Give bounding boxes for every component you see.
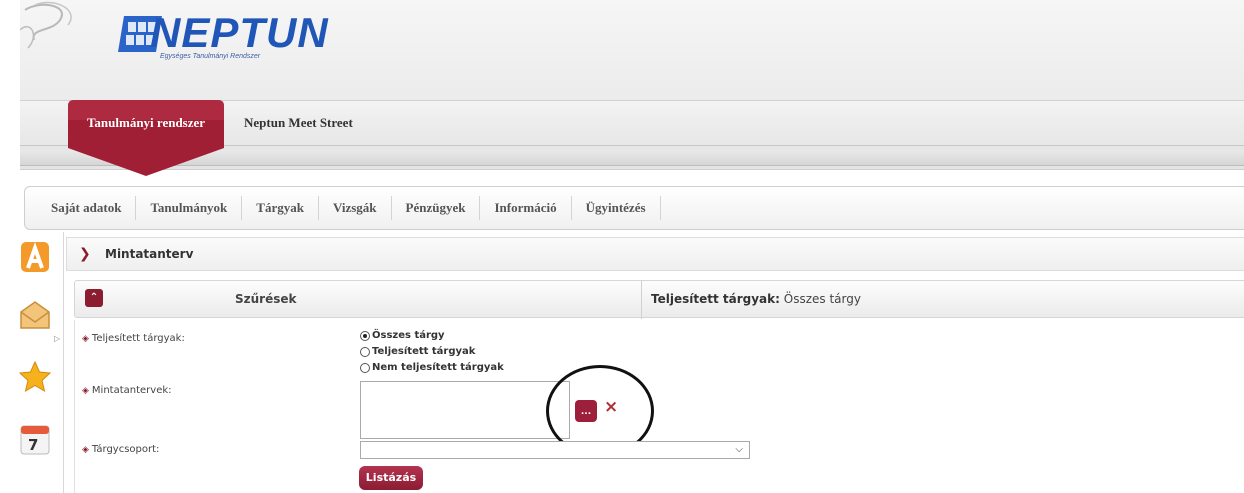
diamond-bullet-icon: ◈ (82, 334, 89, 344)
chevron-down-icon: ⌵ (735, 444, 743, 455)
menu-item-informacio[interactable]: Információ (480, 196, 572, 220)
expand-sidebar-icon[interactable]: ▷ (54, 334, 60, 343)
page-title-bar: ❯ Mintatanterv (66, 237, 1244, 271)
swirl-ornament-icon (20, 1, 72, 49)
calendar-day: 7 (28, 436, 39, 454)
filter-label: Szűrések (235, 292, 297, 306)
subject-group-select[interactable]: ⌵ (360, 441, 750, 459)
radio-button-selected[interactable] (360, 330, 370, 341)
diamond-bullet-icon: ◈ (82, 445, 89, 455)
filter-status-label: Teljesített tárgyak: (651, 292, 780, 306)
tab-label: Tanulmányi rendszer (86, 115, 206, 130)
menu-item-vizsgak[interactable]: Vizsgák (319, 196, 392, 220)
star-icon[interactable] (18, 360, 52, 394)
menu-item-ugyintezes[interactable]: Ügyintézés (572, 196, 661, 220)
collapse-filters-button[interactable]: ⌃ (85, 289, 103, 307)
completed-subjects-label-text: Teljesített tárgyak: (91, 333, 185, 344)
tab-tanulmanyi-rendszer[interactable]: Tanulmányi rendszer (68, 100, 224, 176)
menu-item-penzugyek[interactable]: Pénzügyek (392, 196, 481, 220)
filter-bar: ⌃ Szűrések Teljesített tárgyak: Összes t… (74, 280, 1244, 319)
subject-group-label: ◈ Tárgycsoport: (82, 444, 159, 455)
menu-item-tanulmanyok[interactable]: Tanulmányok (136, 196, 243, 220)
tab-neptun-meet-street[interactable]: Neptun Meet Street (244, 115, 353, 131)
brand-subtitle: Egységes Tanulmányi Rendszer (160, 53, 261, 60)
active-tab-shape (68, 100, 224, 176)
a-letter-icon[interactable] (18, 240, 52, 274)
sidebar-divider (63, 232, 64, 493)
page-title: Mintatanterv (105, 247, 194, 261)
curricula-listbox[interactable] (360, 381, 570, 439)
filter-divider (641, 281, 642, 319)
radio-label: Összes tárgy (372, 330, 445, 341)
chevron-right-icon: ❯ (79, 246, 91, 262)
radio-button[interactable] (360, 346, 370, 357)
subject-group-label-text: Tárgycsoport: (91, 444, 160, 455)
curricula-label-text: Mintatantervek: (91, 385, 172, 396)
radio-not-completed-subjects[interactable]: Nem teljesített tárgyak (360, 362, 504, 373)
menu-item-sajat-adatok[interactable]: Saját adatok (51, 196, 137, 220)
filter-status: Teljesített tárgyak: Összes tárgy (651, 292, 861, 306)
radio-button[interactable] (360, 362, 370, 373)
radio-all-subjects[interactable]: Összes tárgy (360, 330, 445, 341)
envelope-icon[interactable] (18, 298, 52, 332)
filter-form (74, 320, 1244, 493)
radio-label: Teljesített tárgyak (372, 346, 476, 357)
main-menu: Saját adatok Tanulmányok Tárgyak Vizsgák… (24, 186, 1244, 230)
completed-subjects-label: ◈ Teljesített tárgyak: (82, 333, 185, 344)
radio-label: Nem teljesített tárgyak (372, 362, 504, 373)
list-button[interactable]: Listázás (359, 466, 423, 490)
menu-item-targyak[interactable]: Tárgyak (242, 196, 319, 220)
radio-completed-subjects[interactable]: Teljesített tárgyak (360, 346, 475, 357)
diamond-bullet-icon: ◈ (82, 386, 89, 396)
filter-status-value: Összes tárgy (783, 292, 861, 306)
brand-name: NEPTUN (150, 9, 329, 56)
curricula-label: ◈ Mintatantervek: (82, 385, 172, 396)
